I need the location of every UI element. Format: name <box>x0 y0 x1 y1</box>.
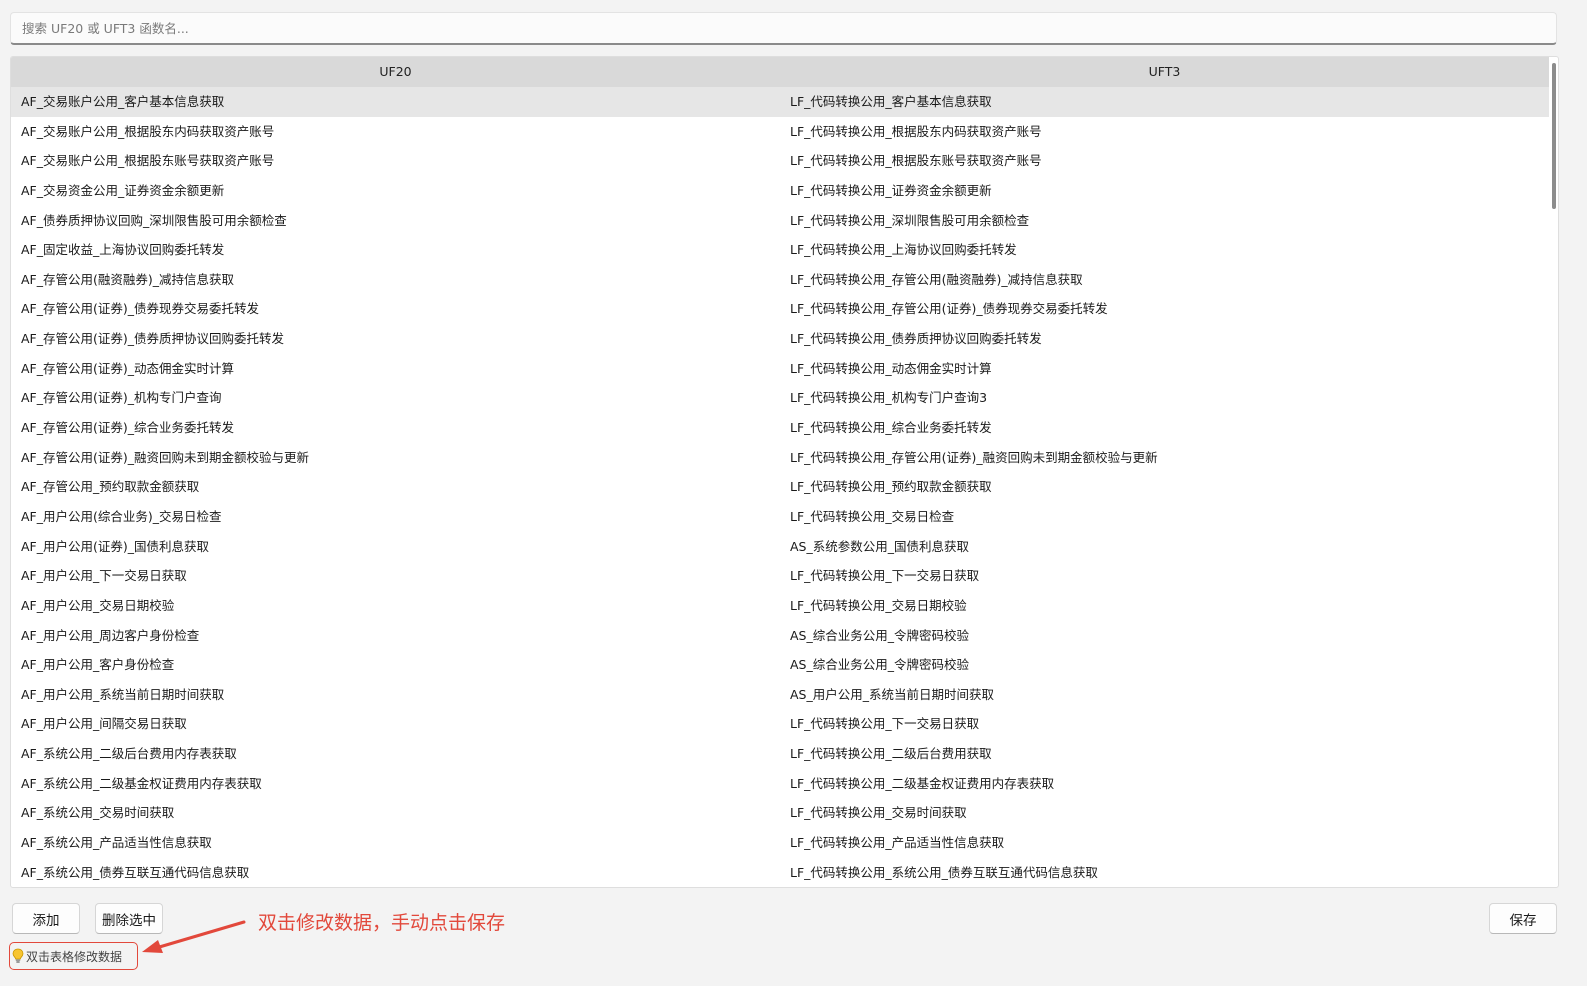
table-row[interactable]: AF_用户公用(综合业务)_交易日检查 LF_代码转换公用_交易日检查 <box>11 502 1549 532</box>
cell-uft3[interactable]: LF_代码转换公用_交易时间获取 <box>780 798 1549 828</box>
table-row[interactable]: AF_存管公用(融资融券)_减持信息获取 LF_代码转换公用_存管公用(融资融券)… <box>11 265 1549 295</box>
cell-uft3[interactable]: LF_代码转换公用_动态佣金实时计算 <box>780 354 1549 384</box>
cell-uft3[interactable]: AS_综合业务公用_令牌密码校验 <box>780 650 1549 680</box>
table-row[interactable]: AF_系统公用_债券互联互通代码信息获取 LF_代码转换公用_系统公用_债券互联互… <box>11 858 1549 887</box>
cell-uft3[interactable]: LF_代码转换公用_二级基金权证费用内存表获取 <box>780 769 1549 799</box>
cell-uf20[interactable]: AF_用户公用(证券)_国债利息获取 <box>11 532 780 562</box>
cell-uf20[interactable]: AF_用户公用_间隔交易日获取 <box>11 709 780 739</box>
table-row[interactable]: AF_交易账户公用_根据股东账号获取资产账号 LF_代码转换公用_根据股东账号获取… <box>11 146 1549 176</box>
cell-uf20[interactable]: AF_用户公用_下一交易日获取 <box>11 561 780 591</box>
cell-uft3[interactable]: AS_系统参数公用_国债利息获取 <box>780 532 1549 562</box>
table-row[interactable]: AF_系统公用_产品适当性信息获取 LF_代码转换公用_产品适当性信息获取 <box>11 828 1549 858</box>
cell-uft3[interactable]: LF_代码转换公用_二级后台费用获取 <box>780 739 1549 769</box>
cell-uft3[interactable]: LF_代码转换公用_上海协议回购委托转发 <box>780 235 1549 265</box>
cell-uf20[interactable]: AF_存管公用(证券)_融资回购未到期金额校验与更新 <box>11 443 780 473</box>
cell-uft3[interactable]: LF_代码转换公用_深圳限售股可用余额检查 <box>780 206 1549 236</box>
table-row[interactable]: AF_用户公用_交易日期校验 LF_代码转换公用_交易日期校验 <box>11 591 1549 621</box>
cell-uf20[interactable]: AF_交易账户公用_根据股东账号获取资产账号 <box>11 146 780 176</box>
table-row[interactable]: AF_系统公用_二级基金权证费用内存表获取 LF_代码转换公用_二级基金权证费用内… <box>11 769 1549 799</box>
cell-uft3[interactable]: LF_代码转换公用_根据股东内码获取资产账号 <box>780 117 1549 147</box>
column-header-uft3[interactable]: UFT3 <box>780 57 1549 87</box>
annotation-arrow <box>142 920 246 953</box>
vertical-scrollbar[interactable] <box>1552 63 1556 881</box>
cell-uf20[interactable]: AF_存管公用(证券)_债券现券交易委托转发 <box>11 294 780 324</box>
cell-uf20[interactable]: AF_用户公用(综合业务)_交易日检查 <box>11 502 780 532</box>
scrollbar-thumb[interactable] <box>1552 63 1556 209</box>
cell-uft3[interactable]: LF_代码转换公用_下一交易日获取 <box>780 561 1549 591</box>
table-row[interactable]: AF_用户公用_系统当前日期时间获取 AS_用户公用_系统当前日期时间获取 <box>11 680 1549 710</box>
cell-uft3[interactable]: LF_代码转换公用_客户基本信息获取 <box>780 87 1549 117</box>
table-row[interactable]: AF_用户公用(证券)_国债利息获取 AS_系统参数公用_国债利息获取 <box>11 532 1549 562</box>
table-row[interactable]: AF_用户公用_周边客户身份检查 AS_综合业务公用_令牌密码校验 <box>11 621 1549 651</box>
cell-uf20[interactable]: AF_用户公用_系统当前日期时间获取 <box>11 680 780 710</box>
cell-uf20[interactable]: AF_系统公用_交易时间获取 <box>11 798 780 828</box>
cell-uf20[interactable]: AF_存管公用(证券)_动态佣金实时计算 <box>11 354 780 384</box>
table-row[interactable]: AF_固定收益_上海协议回购委托转发 LF_代码转换公用_上海协议回购委托转发 <box>11 235 1549 265</box>
table-row[interactable]: AF_系统公用_二级后台费用内存表获取 LF_代码转换公用_二级后台费用获取 <box>11 739 1549 769</box>
cell-uf20[interactable]: AF_交易资金公用_证券资金余额更新 <box>11 176 780 206</box>
table-row[interactable]: AF_用户公用_下一交易日获取 LF_代码转换公用_下一交易日获取 <box>11 561 1549 591</box>
cell-uft3[interactable]: LF_代码转换公用_系统公用_债券互联互通代码信息获取 <box>780 858 1549 887</box>
cell-uft3[interactable]: LF_代码转换公用_综合业务委托转发 <box>780 413 1549 443</box>
cell-uft3[interactable]: AS_综合业务公用_令牌密码校验 <box>780 621 1549 651</box>
table-row[interactable]: AF_存管公用(证券)_债券现券交易委托转发 LF_代码转换公用_存管公用(证券)… <box>11 294 1549 324</box>
cell-uft3[interactable]: LF_代码转换公用_根据股东账号获取资产账号 <box>780 146 1549 176</box>
table-row[interactable]: AF_系统公用_交易时间获取 LF_代码转换公用_交易时间获取 <box>11 798 1549 828</box>
cell-uf20[interactable]: AF_债券质押协议回购_深圳限售股可用余额检查 <box>11 206 780 236</box>
add-button[interactable]: 添加 <box>12 903 80 934</box>
cell-uf20[interactable]: AF_存管公用_预约取款金额获取 <box>11 472 780 502</box>
cell-uft3[interactable]: LF_代码转换公用_预约取款金额获取 <box>780 472 1549 502</box>
cell-uf20[interactable]: AF_交易账户公用_客户基本信息获取 <box>11 87 780 117</box>
table-row[interactable]: AF_债券质押协议回购_深圳限售股可用余额检查 LF_代码转换公用_深圳限售股可用… <box>11 206 1549 236</box>
cell-uf20[interactable]: AF_用户公用_交易日期校验 <box>11 591 780 621</box>
table-row[interactable]: AF_存管公用(证券)_债券质押协议回购委托转发 LF_代码转换公用_债券质押协议… <box>11 324 1549 354</box>
cell-uf20[interactable]: AF_固定收益_上海协议回购委托转发 <box>11 235 780 265</box>
cell-uft3[interactable]: LF_代码转换公用_存管公用(融资融券)_减持信息获取 <box>780 265 1549 295</box>
cell-uf20[interactable]: AF_存管公用(融资融券)_减持信息获取 <box>11 265 780 295</box>
table-row[interactable]: AF_存管公用(证券)_动态佣金实时计算 LF_代码转换公用_动态佣金实时计算 <box>11 354 1549 384</box>
annotation-text: 双击修改数据，手动点击保存 <box>258 912 506 934</box>
cell-uf20[interactable]: AF_存管公用(证券)_债券质押协议回购委托转发 <box>11 324 780 354</box>
cell-uf20[interactable]: AF_存管公用(证券)_机构专门户查询 <box>11 383 780 413</box>
cell-uf20[interactable]: AF_用户公用_周边客户身份检查 <box>11 621 780 651</box>
cell-uft3[interactable]: LF_代码转换公用_存管公用(证券)_融资回购未到期金额校验与更新 <box>780 443 1549 473</box>
table-header: UF20 UFT3 <box>11 57 1549 87</box>
table-row[interactable]: AF_存管公用_预约取款金额获取 LF_代码转换公用_预约取款金额获取 <box>11 472 1549 502</box>
cell-uf20[interactable]: AF_系统公用_二级基金权证费用内存表获取 <box>11 769 780 799</box>
cell-uf20[interactable]: AF_系统公用_二级后台费用内存表获取 <box>11 739 780 769</box>
table-row[interactable]: AF_用户公用_客户身份检查 AS_综合业务公用_令牌密码校验 <box>11 650 1549 680</box>
cell-uft3[interactable]: LF_代码转换公用_机构专门户查询3 <box>780 383 1549 413</box>
cell-uft3[interactable]: AS_用户公用_系统当前日期时间获取 <box>780 680 1549 710</box>
table-row[interactable]: AF_交易账户公用_客户基本信息获取 LF_代码转换公用_客户基本信息获取 <box>11 87 1549 117</box>
hint-text: 双击表格修改数据 <box>26 949 123 964</box>
cell-uft3[interactable]: LF_代码转换公用_交易日期校验 <box>780 591 1549 621</box>
table-row[interactable]: AF_存管公用(证券)_融资回购未到期金额校验与更新 LF_代码转换公用_存管公用… <box>11 443 1549 473</box>
lightbulb-icon <box>12 948 24 964</box>
table-row[interactable]: AF_交易资金公用_证券资金余额更新 LF_代码转换公用_证券资金余额更新 <box>11 176 1549 206</box>
hint-label: 双击表格修改数据 <box>9 942 138 970</box>
search-input[interactable] <box>10 12 1557 45</box>
cell-uf20[interactable]: AF_存管公用(证券)_综合业务委托转发 <box>11 413 780 443</box>
cell-uf20[interactable]: AF_系统公用_债券互联互通代码信息获取 <box>11 858 780 887</box>
save-button[interactable]: 保存 <box>1489 903 1557 934</box>
table-row[interactable]: AF_交易账户公用_根据股东内码获取资产账号 LF_代码转换公用_根据股东内码获取… <box>11 117 1549 147</box>
table-row[interactable]: AF_存管公用(证券)_机构专门户查询 LF_代码转换公用_机构专门户查询3 <box>11 383 1549 413</box>
table-row[interactable]: AF_存管公用(证券)_综合业务委托转发 LF_代码转换公用_综合业务委托转发 <box>11 413 1549 443</box>
cell-uft3[interactable]: LF_代码转换公用_交易日检查 <box>780 502 1549 532</box>
cell-uf20[interactable]: AF_交易账户公用_根据股东内码获取资产账号 <box>11 117 780 147</box>
cell-uft3[interactable]: LF_代码转换公用_存管公用(证券)_债券现券交易委托转发 <box>780 294 1549 324</box>
cell-uft3[interactable]: LF_代码转换公用_证券资金余额更新 <box>780 176 1549 206</box>
cell-uft3[interactable]: LF_代码转换公用_产品适当性信息获取 <box>780 828 1549 858</box>
cell-uft3[interactable]: LF_代码转换公用_下一交易日获取 <box>780 709 1549 739</box>
table-row[interactable]: AF_用户公用_间隔交易日获取 LF_代码转换公用_下一交易日获取 <box>11 709 1549 739</box>
cell-uft3[interactable]: LF_代码转换公用_债券质押协议回购委托转发 <box>780 324 1549 354</box>
cell-uf20[interactable]: AF_用户公用_客户身份检查 <box>11 650 780 680</box>
column-header-uf20[interactable]: UF20 <box>11 57 780 87</box>
table-body: AF_交易账户公用_客户基本信息获取 LF_代码转换公用_客户基本信息获取 AF_交… <box>11 87 1549 887</box>
mapping-table[interactable]: UF20 UFT3 AF_交易账户公用_客户基本信息获取 LF_代码转换公用_客户… <box>10 56 1559 888</box>
cell-uf20[interactable]: AF_系统公用_产品适当性信息获取 <box>11 828 780 858</box>
